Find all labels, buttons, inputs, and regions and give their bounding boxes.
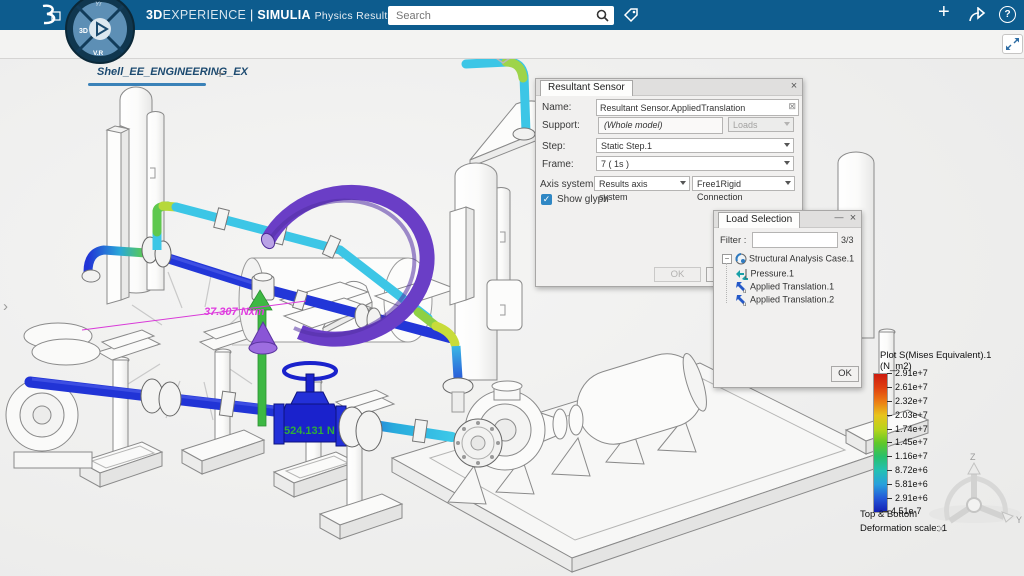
applied-translation-icon: u [736,295,746,308]
chevron-down-icon [784,161,790,165]
tree-connector [726,263,728,303]
compass-icon[interactable]: 3D V.R Yr [64,0,136,65]
legend-value: 2.03e+7 [887,410,928,420]
frame-label: Frame: [542,159,574,170]
axis-system-label: Axis system: [540,179,597,190]
ok-button[interactable]: OK [831,366,859,382]
load-selection-dialog: Load Selection — × Filter : 3/3 − Struct… [713,210,862,388]
filter-count: 3/3 [841,235,854,245]
show-glyph-label: Show glyph [557,194,609,205]
chevron-down-icon [680,181,686,185]
legend-value: 2.91e+6 [887,493,928,503]
analysis-case-icon [735,253,747,265]
force-value-label: 524.131 N [284,425,335,437]
legend-value: 1.16e+7 [887,451,928,461]
left-panel-expand-icon[interactable]: › [3,298,8,315]
ok-button[interactable]: OK [654,267,701,282]
tree-root-label: Structural Analysis Case.1 [749,253,855,264]
legend-value: 8.72e+6 [887,465,928,475]
legend-deformation-scale: Deformation scale: 1 [860,523,948,534]
close-icon[interactable]: × [788,80,800,92]
name-input[interactable]: ⊠ [596,99,799,116]
close-icon[interactable]: × [847,212,859,224]
filter-label: Filter : [720,235,747,246]
tab-active-underline [88,83,206,86]
top-app-bar: 3DEXPERIENCE | SIMULIA Physics Results E… [0,0,1024,30]
moment-value-label: 37.307 Nxm [204,306,265,318]
legend-value: 2.61e+7 [887,382,928,392]
app-window: 37.307 Nxm 524.131 N Z Y X › Plot S(Mise… [0,0,1024,576]
filter-input-field[interactable] [753,233,837,247]
tree-item-label: Pressure.1 [750,268,795,279]
tag-icon[interactable] [622,6,640,24]
svg-text:u: u [743,289,746,293]
legend-value: 1.45e+7 [887,437,928,447]
support-label: Support: [542,120,580,131]
axis-reference-dropdown[interactable]: Free1Rigid Connection [692,176,795,202]
legend-section-mode: Top & Bottom [860,509,918,520]
compass-top-label: Yr [95,1,102,8]
clear-input-icon[interactable]: ⊠ [788,101,796,112]
applied-translation-icon: u [736,282,746,295]
svg-text:u: u [743,302,746,306]
legend-value: 1.74e+7 [887,424,928,434]
share-icon[interactable] [968,7,986,23]
compass-3d-label: 3D [79,28,88,35]
chevron-down-icon [784,122,790,126]
tab-bar: Shell_EE_ENGINEERING_EX + [0,30,1024,86]
help-icon[interactable]: ? [999,6,1016,23]
results-legend: Plot S(Mises Equivalent).1 (N_m2) 2.91e+… [856,348,1024,544]
dialog-titlebar[interactable]: Resultant Sensor × [536,79,802,96]
pressure-icon [736,269,748,280]
legend-value: 5.81e+6 [887,479,928,489]
chevron-down-icon [784,143,790,147]
restore-window-button[interactable] [1002,34,1023,54]
tree-item-label: Applied Translation.1 [750,281,835,292]
dialog-title: Resultant Sensor [540,80,633,96]
search-box[interactable] [388,6,614,25]
tab-active[interactable]: Shell_EE_ENGINEERING_EX [97,66,248,78]
show-glyph-checkbox[interactable]: ✓ [541,194,552,205]
step-label: Step: [542,141,566,152]
tree-item-label: Applied Translation.2 [750,294,835,305]
frame-dropdown[interactable]: 7 ( 1s ) [596,156,794,171]
name-label: Name: [542,102,572,113]
step-dropdown[interactable]: Static Step.1 [596,138,794,153]
dassault-3ds-logo [42,4,61,25]
minimize-icon[interactable]: — [833,212,845,222]
add-icon[interactable]: + [938,1,950,24]
name-input-field[interactable] [597,100,798,115]
filter-input[interactable] [752,232,838,248]
collapse-arrows-icon [1006,38,1019,50]
support-value-box[interactable]: (Whole model) [598,117,723,134]
tree-root-row[interactable]: − Structural Analysis Case.1 [722,253,854,265]
dialog-titlebar[interactable]: Load Selection — × [714,211,861,228]
legend-colorbar [873,373,888,513]
search-icon[interactable] [596,9,609,22]
search-input[interactable] [388,6,596,25]
tree-item-translation-1[interactable]: u Applied Translation.1 [736,281,835,295]
chevron-down-icon [785,181,791,185]
tab-add-button[interactable]: + [216,65,224,81]
compass-vr-label: V.R [93,50,104,57]
axis-system-dropdown[interactable]: Results axis system [594,176,690,202]
legend-value: 2.32e+7 [887,396,928,406]
support-type-dropdown[interactable]: Loads [728,117,794,132]
tree-item-pressure[interactable]: Pressure.1 [736,268,794,280]
tree-item-translation-2[interactable]: u Applied Translation.2 [736,294,835,308]
legend-value: 2.91e+7 [887,368,928,378]
dialog-title: Load Selection [718,212,801,228]
